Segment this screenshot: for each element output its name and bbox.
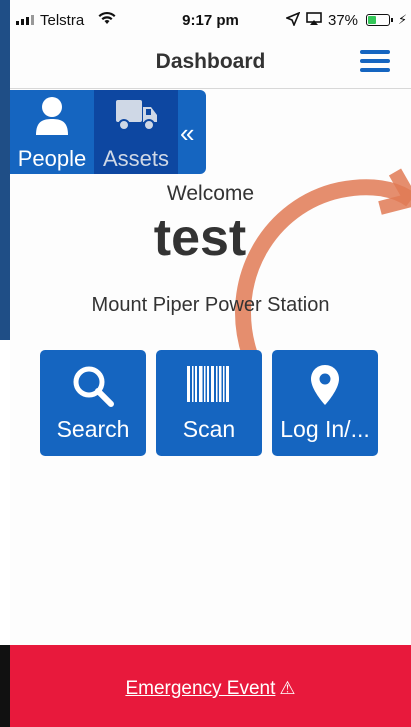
location-arrow-icon [284,11,301,30]
side-tab-panel: People Assets « [10,90,206,174]
barcode-icon [187,366,229,402]
welcome-label: Welcome [166,182,255,205]
truck-icon [116,100,157,131]
app-header: Dashboard [10,42,411,89]
tab-assets[interactable]: Assets [94,90,178,174]
charging-bolt-icon: ⚡ [398,12,408,27]
tab-assets-label: Assets [102,146,170,171]
scan-button[interactable]: Scan [156,350,262,456]
background-rim-bottom [0,645,10,727]
emergency-event-label: Emergency Event [125,678,276,699]
battery-percent: 37% [328,12,359,29]
person-icon [36,97,68,135]
status-bar: Telstra 9:17 pm 37% ⚡ [10,0,411,42]
airplay-icon [306,12,322,30]
search-button[interactable]: Search [40,350,146,456]
app-screen: Telstra 9:17 pm 37% ⚡ Dashboard People A… [10,0,411,727]
battery-icon [366,14,393,26]
tab-people[interactable]: People [10,90,94,174]
tab-people-label: People [17,146,87,171]
log-in-button[interactable]: Log In/... [272,350,378,456]
map-pin-icon [311,365,339,405]
page-title: Dashboard [155,50,266,73]
emergency-event-link[interactable]: Emergency Event ⚠ [10,678,411,700]
site-name: Mount Piper Power Station [91,294,330,316]
search-button-label: Search [56,416,130,442]
emergency-bar: Emergency Event ⚠ [10,645,411,727]
username: test [153,209,247,267]
log-in-button-label: Log In/... [280,416,370,442]
search-icon [73,366,114,407]
collapse-chevron-icon[interactable]: « [180,118,194,149]
warning-icon: ⚠ [279,678,296,698]
scan-button-label: Scan [182,416,236,442]
hamburger-menu-icon[interactable] [360,50,390,76]
background-rim [0,0,10,727]
